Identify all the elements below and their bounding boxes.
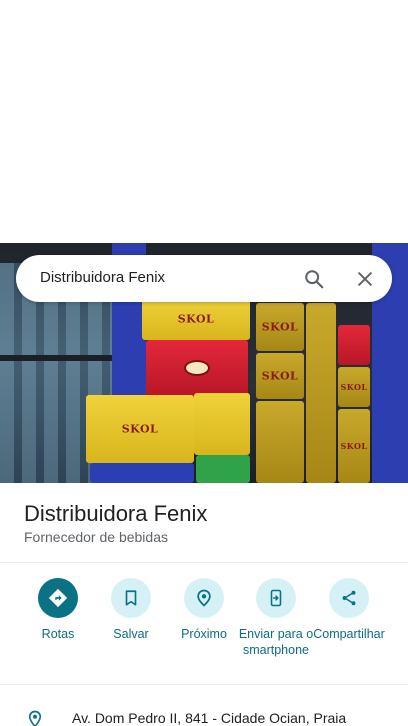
yellow-crate: SKOL bbox=[256, 353, 304, 399]
search-query[interactable]: Distribuidora Fenix bbox=[40, 269, 165, 286]
yellow-crate bbox=[194, 393, 250, 455]
yellow-crate: SKOL bbox=[86, 395, 194, 463]
send-to-phone-label: Enviar para o smartphone bbox=[238, 627, 314, 657]
blank-map-area bbox=[0, 0, 408, 243]
red-crate bbox=[338, 325, 370, 365]
send-to-phone-button[interactable]: Enviar para o smartphone bbox=[238, 578, 314, 658]
green-crate bbox=[196, 455, 250, 483]
crate-label: SKOL bbox=[340, 382, 368, 392]
yellow-crate-stack bbox=[306, 303, 336, 483]
crate-label: SKOL bbox=[121, 422, 159, 436]
crate-label: SKOL bbox=[340, 441, 368, 451]
share-label: Compartilhar bbox=[313, 627, 385, 641]
nearby-icon bbox=[184, 578, 224, 618]
nearby-button[interactable]: Próximo bbox=[166, 578, 242, 642]
place-title: Distribuidora Fenix bbox=[24, 501, 208, 526]
directions-button[interactable]: Rotas bbox=[20, 578, 96, 642]
share-icon bbox=[329, 578, 369, 618]
crate-label: SKOL bbox=[261, 320, 299, 334]
directions-label: Rotas bbox=[41, 627, 75, 641]
save-label: Salvar bbox=[113, 627, 149, 641]
brand-logo-icon bbox=[184, 360, 210, 376]
yellow-crate: SKOL bbox=[256, 303, 304, 351]
location-pin-icon bbox=[26, 709, 44, 726]
crate-label: SKOL bbox=[261, 369, 299, 383]
yellow-crate: SKOL bbox=[338, 367, 370, 407]
divider bbox=[0, 562, 408, 563]
crate-label: SKOL bbox=[177, 312, 215, 326]
save-button[interactable]: Salvar bbox=[93, 578, 169, 642]
bookmark-icon bbox=[111, 578, 151, 618]
yellow-crate: SKOL bbox=[338, 409, 370, 483]
search-icon[interactable] bbox=[298, 263, 330, 295]
close-icon[interactable] bbox=[349, 263, 381, 295]
divider bbox=[0, 684, 408, 685]
yellow-crate bbox=[256, 401, 304, 483]
share-button[interactable]: Compartilhar bbox=[311, 578, 387, 642]
search-bar[interactable]: Distribuidora Fenix bbox=[16, 255, 392, 302]
address-text: Av. Dom Pedro II, 841 - Cidade Ocian, Pr… bbox=[72, 710, 347, 726]
send-to-phone-icon bbox=[256, 578, 296, 618]
blue-crate bbox=[90, 463, 194, 483]
directions-icon bbox=[38, 578, 78, 618]
nearby-label: Próximo bbox=[181, 627, 227, 641]
place-category[interactable]: Fornecedor de bebidas bbox=[24, 529, 168, 545]
red-crate bbox=[146, 340, 248, 396]
address-row[interactable]: Av. Dom Pedro II, 841 - Cidade Ocian, Pr… bbox=[0, 700, 408, 726]
yellow-crate: SKOL bbox=[142, 298, 250, 340]
